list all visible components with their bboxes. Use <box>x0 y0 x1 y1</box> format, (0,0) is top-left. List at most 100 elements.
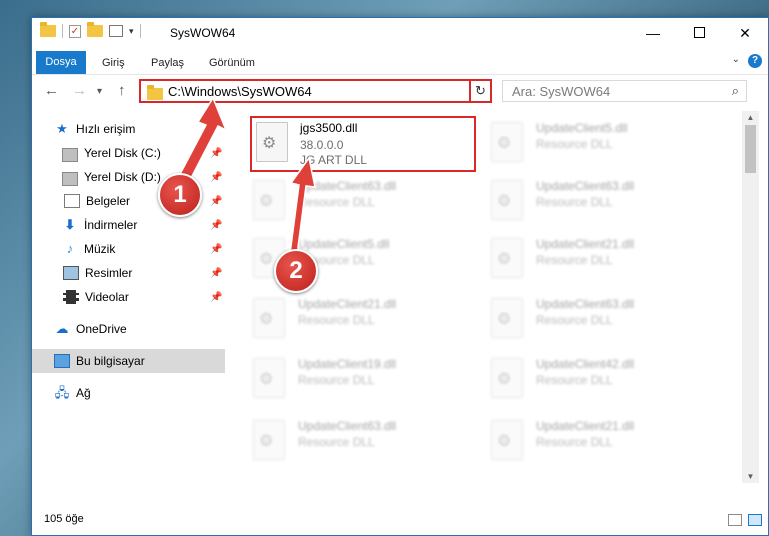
file-description: Resource DLL <box>536 373 613 387</box>
folder-icon <box>147 85 163 100</box>
minimize-button[interactable]: — <box>630 18 676 48</box>
gear-icon: ⚙ <box>497 311 512 328</box>
music-icon: ♪ <box>66 241 74 256</box>
pictures-icon <box>63 266 79 280</box>
up-button[interactable]: ↑ <box>118 82 126 99</box>
maximize-button[interactable] <box>676 18 722 48</box>
help-button[interactable]: ? <box>748 54 762 68</box>
file-description: Resource DLL <box>536 435 613 449</box>
file-item[interactable]: ⚙ UpdateClient21.dll Resource DLL <box>466 415 696 469</box>
dll-file-icon: ⚙ <box>253 358 285 398</box>
tiles-view-button[interactable] <box>748 514 762 526</box>
step-badge-1: 1 <box>158 173 202 217</box>
scroll-down-arrow-icon[interactable]: ▼ <box>742 472 759 481</box>
computer-icon <box>54 354 70 368</box>
file-name: UpdateClient5.dll <box>298 237 390 251</box>
tab-share[interactable]: Paylaş <box>151 52 184 74</box>
file-description: Resource DLL <box>298 313 375 327</box>
sidebar-item-label: OneDrive <box>76 322 127 336</box>
search-icon[interactable]: ⌕ <box>732 83 739 99</box>
dll-file-icon: ⚙ <box>253 180 285 220</box>
gear-icon: ⚙ <box>497 135 512 152</box>
toolbar-separator <box>62 24 63 38</box>
folder-icon <box>40 22 56 37</box>
gear-icon: ⚙ <box>259 251 274 268</box>
title-bar: ✓ ▾ SysWOW64 — ✕ <box>32 18 768 48</box>
file-description: JG ART DLL <box>300 153 367 167</box>
file-name: UpdateClient19.dll <box>298 357 397 371</box>
file-item[interactable]: ⚙ UpdateClient63.dll Resource DLL <box>466 293 696 347</box>
dll-file-icon: ⚙ <box>491 122 523 162</box>
file-item[interactable]: ⚙ UpdateClient42.dll Resource DLL <box>466 353 696 407</box>
file-description: Resource DLL <box>536 313 613 327</box>
pin-icon[interactable]: 📌 <box>210 148 222 159</box>
sidebar-item-label: Resimler <box>85 266 133 280</box>
file-item[interactable]: ⚙ UpdateClient21.dll Resource DLL <box>466 233 696 287</box>
forward-button[interactable]: → <box>72 82 87 99</box>
sidebar-item-quick-access[interactable]: ★ Hızlı erişim <box>54 117 225 141</box>
sidebar-item-pictures[interactable]: Resimler 📌 <box>32 261 225 285</box>
tab-view[interactable]: Görünüm <box>209 52 255 74</box>
star-icon: ★ <box>56 121 68 136</box>
sidebar-item-label: İndirmeler <box>84 218 138 232</box>
customize-toolbar-dropdown[interactable]: ▾ <box>129 26 134 37</box>
gear-icon: ⚙ <box>259 371 274 388</box>
network-icon: 🖧 <box>54 385 70 400</box>
ribbon-expand-chevron-icon[interactable]: ⌄ <box>732 54 740 65</box>
dll-file-icon: ⚙ <box>491 358 523 398</box>
back-button[interactable]: ← <box>44 82 59 99</box>
dll-file-icon: ⚙ <box>253 420 285 460</box>
file-item[interactable]: ⚙ UpdateClient5.dll Resource DLL <box>228 233 458 287</box>
navigation-bar: ← → ▾ ↑ C:\Windows\SysWOW64 ▾ ↻ Ara: Sys… <box>32 75 768 107</box>
file-item[interactable]: ⚙ UpdateClient63.dll Resource DLL <box>228 175 458 229</box>
file-item[interactable]: ⚙ UpdateClient63.dll Resource DLL <box>228 415 458 469</box>
toolbar-separator <box>139 24 141 38</box>
gear-icon: ⚙ <box>259 433 274 450</box>
file-item[interactable]: ⚙ UpdateClient63.dll Resource DLL <box>466 175 696 229</box>
file-item[interactable]: ⚙ UpdateClient21.dll Resource DLL <box>228 293 458 347</box>
pin-icon[interactable]: 📌 <box>210 172 222 183</box>
scrollbar-thumb[interactable] <box>745 125 756 173</box>
maximize-icon <box>693 27 705 38</box>
file-name: UpdateClient63.dll <box>536 179 635 193</box>
refresh-button[interactable]: ↻ <box>469 79 492 103</box>
tab-home[interactable]: Giriş <box>102 52 125 74</box>
sidebar-item-this-pc[interactable]: Bu bilgisayar <box>32 349 225 373</box>
vertical-scrollbar[interactable]: ▲ ▼ <box>742 111 759 483</box>
file-item[interactable]: ⚙ UpdateClient5.dll Resource DLL <box>466 117 696 171</box>
tab-file[interactable]: Dosya <box>36 51 86 74</box>
sidebar-item-label: Belgeler <box>86 194 131 208</box>
properties-check-icon[interactable]: ✓ <box>69 24 81 38</box>
search-box[interactable]: Ara: SysWOW64 ⌕ <box>502 80 747 102</box>
sidebar-item-videos[interactable]: Videolar 📌 <box>32 285 225 309</box>
details-view-button[interactable] <box>728 514 742 526</box>
item-count: 105 öğe <box>44 513 84 525</box>
pin-icon[interactable]: 📌 <box>210 220 222 231</box>
ribbon-tabs: Dosya Giriş Paylaş Görünüm ⌄ ? <box>32 48 768 75</box>
file-item-jgs3500[interactable]: ⚙ jgs3500.dll 38.0.0.0 JG ART DLL <box>250 116 476 172</box>
file-name: jgs3500.dll <box>300 121 358 135</box>
sidebar-item-disk-c[interactable]: Yerel Disk (C:) 📌 <box>32 141 225 165</box>
sidebar-item-label: Bu bilgisayar <box>76 354 145 368</box>
file-item[interactable]: ⚙ UpdateClient19.dll Resource DLL <box>228 353 458 407</box>
close-button[interactable]: ✕ <box>722 18 768 48</box>
gear-icon: ⚙ <box>497 193 512 210</box>
sidebar-item-onedrive[interactable]: ☁ OneDrive <box>32 317 225 341</box>
recent-locations-dropdown[interactable]: ▾ <box>97 86 102 97</box>
scroll-up-arrow-icon[interactable]: ▲ <box>742 113 759 122</box>
sidebar-item-downloads[interactable]: ⬇ İndirmeler 📌 <box>32 213 225 237</box>
properties-icon[interactable] <box>109 25 123 37</box>
dll-file-icon: ⚙ <box>253 298 285 338</box>
pin-icon[interactable]: 📌 <box>210 244 222 255</box>
sidebar-item-label: Müzik <box>84 242 116 256</box>
sidebar-item-music[interactable]: ♪ Müzik 📌 <box>32 237 225 261</box>
document-icon <box>64 194 80 208</box>
pin-icon[interactable]: 📌 <box>210 196 222 207</box>
pin-icon[interactable]: 📌 <box>210 292 222 303</box>
dll-file-icon: ⚙ <box>491 180 523 220</box>
dll-file-icon: ⚙ <box>491 238 523 278</box>
sidebar-item-network[interactable]: 🖧 Ağ <box>32 381 225 405</box>
new-folder-icon[interactable] <box>87 22 103 37</box>
pin-icon[interactable]: 📌 <box>210 268 222 279</box>
address-bar[interactable]: C:\Windows\SysWOW64 ▾ <box>139 79 490 103</box>
